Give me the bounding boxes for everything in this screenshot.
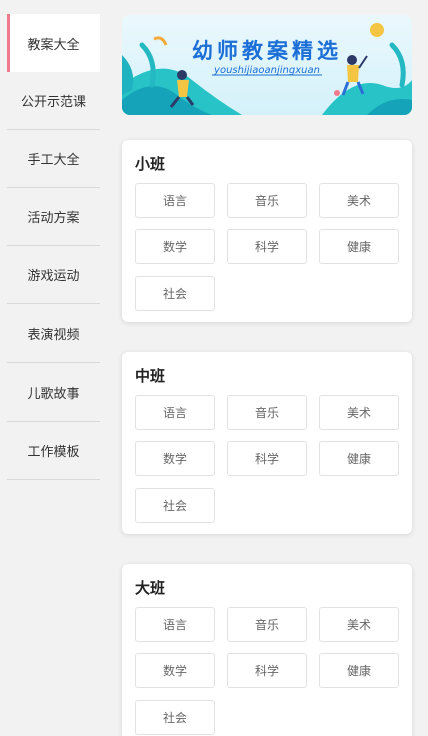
section-title: 小班 bbox=[135, 155, 166, 173]
sidebar-item-label: 活动方案 bbox=[27, 211, 80, 226]
subject-chip-math[interactable]: 数学 bbox=[135, 441, 215, 476]
sidebar-item-label: 教案大全 bbox=[27, 37, 80, 53]
subject-chip-language[interactable]: 语言 bbox=[135, 183, 215, 218]
subject-chip-art[interactable]: 美术 bbox=[319, 607, 399, 642]
sidebar-item-label: 儿歌故事 bbox=[27, 387, 80, 402]
section-title: 中班 bbox=[135, 367, 166, 385]
subject-chip-society[interactable]: 社会 bbox=[135, 276, 215, 311]
sidebar-item-open-classes[interactable]: 公开示范课 bbox=[7, 72, 100, 130]
subject-chip-health[interactable]: 健康 bbox=[319, 441, 399, 476]
subject-chip-math[interactable]: 数学 bbox=[135, 653, 215, 688]
sidebar-item-label: 游戏运动 bbox=[27, 269, 80, 284]
banner-title: 幼师教案精选 bbox=[192, 38, 342, 63]
subject-chip-art[interactable]: 美术 bbox=[319, 395, 399, 430]
sidebar-item-label: 表演视频 bbox=[27, 328, 80, 343]
sidebar-item-songs-stories[interactable]: 儿歌故事 bbox=[7, 364, 100, 422]
subject-chip-society[interactable]: 社会 bbox=[135, 700, 215, 735]
sidebar-item-activity-plans[interactable]: 活动方案 bbox=[7, 188, 100, 246]
sidebar-nav: 教案大全 公开示范课 手工大全 活动方案 游戏运动 表演视频 儿歌故事 工作模板 bbox=[0, 0, 100, 736]
sidebar-item-performance-videos[interactable]: 表演视频 bbox=[7, 305, 100, 363]
subject-chip-society[interactable]: 社会 bbox=[135, 488, 215, 523]
subject-chip-music[interactable]: 音乐 bbox=[227, 395, 307, 430]
banner[interactable]: 幼师教案精选 youshijiaoanjingxuan bbox=[122, 15, 412, 115]
section-title: 大班 bbox=[135, 579, 166, 597]
subject-chip-health[interactable]: 健康 bbox=[319, 653, 399, 688]
subject-chip-art[interactable]: 美术 bbox=[319, 183, 399, 218]
sidebar-item-handicraft[interactable]: 手工大全 bbox=[7, 130, 100, 188]
sidebar-item-label: 手工大全 bbox=[27, 153, 80, 168]
section-card-middle-class: 中班 语言 音乐 美术 数学 科学 健康 社会 bbox=[122, 352, 412, 534]
banner-subtitle: youshijiaoanjingxuan bbox=[214, 65, 320, 76]
section-card-small-class: 小班 语言 音乐 美术 数学 科学 健康 社会 bbox=[122, 140, 412, 322]
subject-chip-math[interactable]: 数学 bbox=[135, 229, 215, 264]
subject-chip-language[interactable]: 语言 bbox=[135, 395, 215, 430]
subject-chip-health[interactable]: 健康 bbox=[319, 229, 399, 264]
sidebar-item-games-sports[interactable]: 游戏运动 bbox=[7, 246, 100, 304]
subject-chip-science[interactable]: 科学 bbox=[227, 229, 307, 264]
sidebar-item-lesson-plans[interactable]: 教案大全 bbox=[7, 14, 100, 72]
sidebar-item-label: 公开示范课 bbox=[20, 95, 86, 110]
subject-chip-science[interactable]: 科学 bbox=[227, 441, 307, 476]
section-card-large-class: 大班 语言 音乐 美术 数学 科学 健康 社会 bbox=[122, 564, 412, 736]
subject-chip-language[interactable]: 语言 bbox=[135, 607, 215, 642]
subject-chip-science[interactable]: 科学 bbox=[227, 653, 307, 688]
subject-chip-music[interactable]: 音乐 bbox=[227, 607, 307, 642]
sidebar-item-label: 工作模板 bbox=[27, 445, 80, 460]
sidebar-item-work-templates[interactable]: 工作模板 bbox=[7, 422, 100, 480]
subject-chip-music[interactable]: 音乐 bbox=[227, 183, 307, 218]
